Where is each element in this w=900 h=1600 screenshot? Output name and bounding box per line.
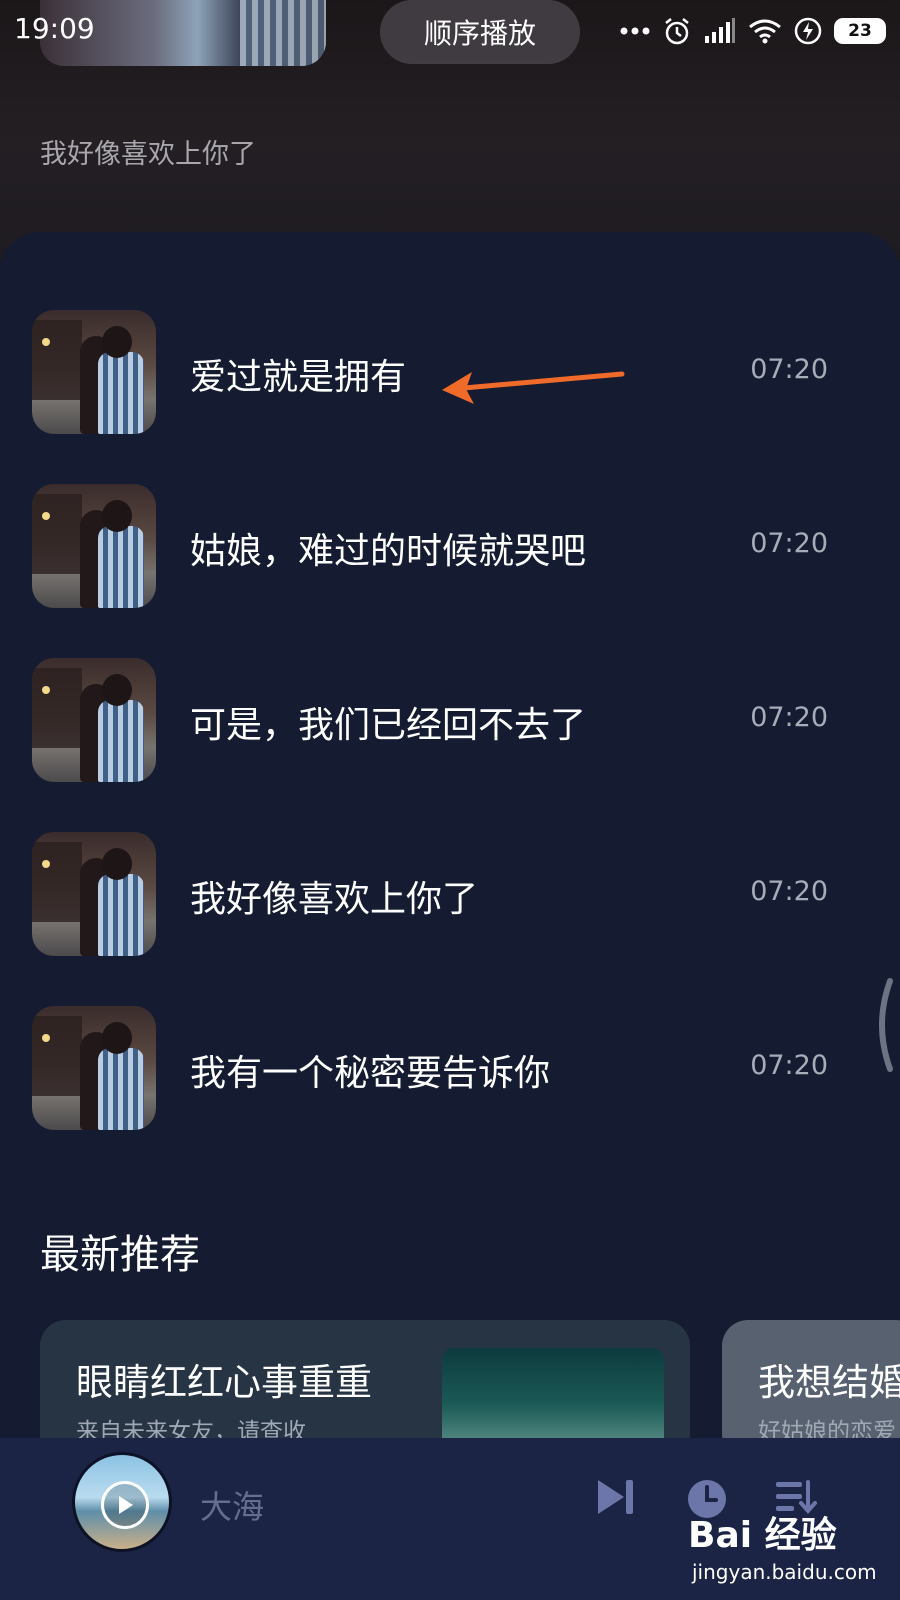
battery-indicator: 23 <box>834 18 886 44</box>
more-dots-icon <box>620 26 650 36</box>
song-title: 我好像喜欢上你了 <box>190 879 479 920</box>
song-cover <box>32 310 156 434</box>
recommend-card-title: 我想结婚 <box>758 1361 900 1404</box>
current-lyric: 我好像喜欢上你了 <box>40 139 256 170</box>
play-mode-label: 顺序播放 <box>423 17 536 50</box>
player-song-title: 大海 <box>200 1488 265 1526</box>
song-duration: 07:20 <box>750 528 828 559</box>
play-icon[interactable] <box>101 1481 149 1529</box>
song-title: 可是，我们已经回不去了 <box>190 705 587 746</box>
battery-level: 23 <box>848 21 872 41</box>
song-cover <box>32 1006 156 1130</box>
song-cover <box>32 832 156 956</box>
player-cover[interactable] <box>72 1452 172 1552</box>
section-title-recommend: 最新推荐 <box>40 1232 200 1278</box>
alarm-icon <box>662 16 692 46</box>
song-duration: 07:20 <box>750 354 828 385</box>
song-cover <box>32 658 156 782</box>
next-track-icon[interactable] <box>596 1478 636 1520</box>
song-item[interactable]: 姑娘，难过的时候就哭吧 07:20 <box>0 484 900 614</box>
play-mode-button[interactable]: 顺序播放 <box>380 0 580 64</box>
annotation-arrow <box>442 371 625 404</box>
song-duration: 07:20 <box>750 1050 828 1081</box>
song-cover <box>32 484 156 608</box>
song-item[interactable]: 我有一个秘密要告诉你 07:20 <box>0 1006 900 1136</box>
charging-icon <box>794 17 822 45</box>
song-duration: 07:20 <box>750 702 828 733</box>
recommend-card-title: 眼睛红红心事重重 <box>76 1361 372 1404</box>
song-title: 爱过就是拥有 <box>190 357 407 398</box>
watermark-logo: Bai 经验 <box>688 1515 837 1556</box>
song-duration: 07:20 <box>750 876 828 907</box>
song-item[interactable]: 可是，我们已经回不去了 07:20 <box>0 658 900 788</box>
signal-icon <box>704 18 736 44</box>
status-icons: 23 <box>620 14 886 48</box>
status-time: 19:09 <box>14 12 95 45</box>
watermark-url: jingyan.baidu.com <box>692 1560 877 1584</box>
baidu-jingyan-watermark: Bai 经验 jingyan.baidu.com <box>688 1496 888 1596</box>
side-scroll-handle[interactable] <box>870 975 900 1075</box>
wifi-icon <box>748 18 782 44</box>
song-title: 我有一个秘密要告诉你 <box>190 1053 551 1094</box>
song-title: 姑娘，难过的时候就哭吧 <box>190 531 587 572</box>
song-item[interactable]: 我好像喜欢上你了 07:20 <box>0 832 900 962</box>
